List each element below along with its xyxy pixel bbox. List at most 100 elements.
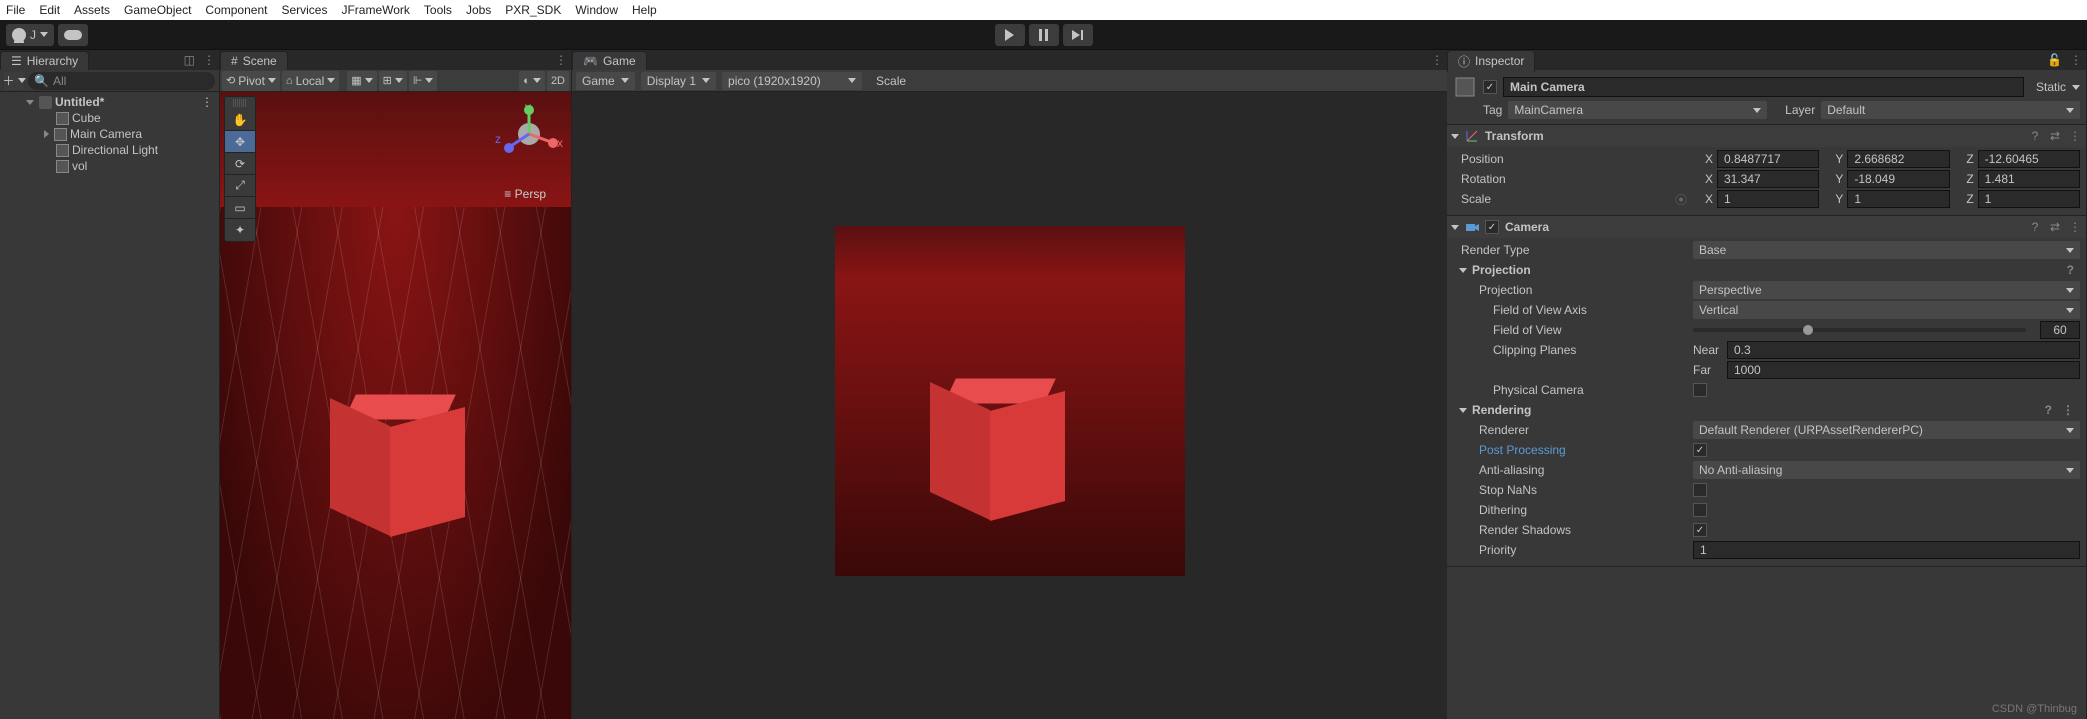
cloud-button[interactable]: [58, 24, 88, 46]
component-menu-icon[interactable]: ⋮: [2068, 129, 2082, 143]
menu-jframework[interactable]: JFrameWork: [341, 3, 409, 17]
tree-item-directional-light[interactable]: Directional Light: [0, 142, 219, 158]
step-button[interactable]: [1063, 24, 1093, 46]
inspector-tab[interactable]: ⓘ Inspector: [1447, 50, 1535, 72]
pause-button[interactable]: [1029, 24, 1059, 46]
position-x[interactable]: 0.8487717: [1717, 150, 1819, 168]
account-dropdown[interactable]: J: [6, 24, 54, 46]
tree-item-main-camera[interactable]: Main Camera: [0, 126, 219, 142]
panel-menu-icon[interactable]: ⋮: [555, 53, 567, 67]
scale-tool[interactable]: ⤢: [225, 175, 255, 197]
foldout-icon[interactable]: [1459, 408, 1467, 413]
menu-gameobject[interactable]: GameObject: [124, 3, 191, 17]
foldout-icon[interactable]: [1451, 225, 1459, 230]
object-name-field[interactable]: Main Camera: [1503, 77, 2024, 97]
pivot-dropdown[interactable]: ⟲Pivot: [222, 71, 280, 91]
game-target-dropdown[interactable]: Game: [576, 72, 635, 90]
rotate-tool[interactable]: ⟳: [225, 153, 255, 175]
menu-jobs[interactable]: Jobs: [466, 3, 491, 17]
aa-dropdown[interactable]: No Anti-aliasing: [1693, 461, 2080, 479]
dithering-checkbox[interactable]: [1693, 503, 1707, 517]
help-icon[interactable]: ?: [2045, 403, 2052, 417]
far-field[interactable]: 1000: [1727, 361, 2080, 379]
menu-tools[interactable]: Tools: [424, 3, 452, 17]
persp-toggle[interactable]: ≡ Persp: [504, 187, 546, 201]
stop-nans-checkbox[interactable]: [1693, 483, 1707, 497]
shading-dropdown[interactable]: ◐: [519, 71, 545, 91]
render-type-dropdown[interactable]: Base: [1693, 241, 2080, 259]
rotation-x[interactable]: 31.347: [1717, 170, 1819, 188]
render-shadows-checkbox[interactable]: [1693, 523, 1707, 537]
post-processing-checkbox[interactable]: [1693, 443, 1707, 457]
game-tab[interactable]: 🎮 Game: [572, 51, 647, 70]
position-y[interactable]: 2.668682: [1847, 150, 1949, 168]
game-view[interactable]: [572, 92, 1447, 719]
component-menu-icon[interactable]: ⋮: [2068, 220, 2082, 234]
lock-icon[interactable]: 🔓: [2047, 53, 2062, 67]
help-icon[interactable]: ?: [2028, 129, 2042, 143]
scale-z[interactable]: 1: [1978, 190, 2080, 208]
tag-dropdown[interactable]: MainCamera: [1508, 101, 1767, 119]
aspect-dropdown[interactable]: pico (1920x1920): [722, 72, 862, 90]
scene-tab[interactable]: # Scene: [220, 51, 288, 70]
component-menu-icon[interactable]: ⋮: [2062, 403, 2074, 417]
preset-icon[interactable]: ⇄: [2048, 129, 2062, 143]
menu-edit[interactable]: Edit: [39, 3, 60, 17]
fov-value[interactable]: 60: [2040, 321, 2080, 339]
position-z[interactable]: -12.60465: [1978, 150, 2080, 168]
menu-file[interactable]: File: [6, 3, 25, 17]
physical-camera-checkbox[interactable]: [1693, 383, 1707, 397]
panel-menu-icon[interactable]: ⋮: [203, 53, 215, 67]
increment-button[interactable]: ⊩: [409, 71, 438, 91]
move-tool[interactable]: ✥: [225, 131, 255, 153]
fov-axis-dropdown[interactable]: Vertical: [1693, 301, 2080, 319]
help-icon[interactable]: ?: [2028, 220, 2042, 234]
priority-field[interactable]: 1: [1693, 541, 2080, 559]
create-dropdown[interactable]: ＋: [4, 72, 24, 90]
menu-help[interactable]: Help: [632, 3, 657, 17]
scene-menu-icon[interactable]: ⋮: [201, 95, 213, 109]
panel-maximize-icon[interactable]: ◫: [184, 53, 195, 67]
scene-view[interactable]: ✋ ✥ ⟳ ⤢ ▭ ✦ y x z: [220, 92, 571, 719]
help-icon[interactable]: ?: [2067, 263, 2074, 277]
renderer-dropdown[interactable]: Default Renderer (URPAssetRendererPC): [1693, 421, 2080, 439]
projection-dropdown[interactable]: Perspective: [1693, 281, 2080, 299]
menu-pxr-sdk[interactable]: PXR_SDK: [505, 3, 561, 17]
foldout-icon[interactable]: [26, 100, 34, 105]
foldout-icon[interactable]: [1451, 134, 1459, 139]
constrain-icon[interactable]: ⦿: [1675, 191, 1687, 208]
play-button[interactable]: [995, 24, 1025, 46]
menu-services[interactable]: Services: [281, 3, 327, 17]
hand-tool[interactable]: ✋: [225, 109, 255, 131]
menu-assets[interactable]: Assets: [74, 3, 110, 17]
tree-item-cube[interactable]: Cube: [0, 110, 219, 126]
space-dropdown[interactable]: ⌂Local: [282, 71, 339, 91]
orientation-gizmo[interactable]: y x z: [499, 104, 559, 167]
active-checkbox[interactable]: [1483, 80, 1497, 94]
rect-tool[interactable]: ▭: [225, 197, 255, 219]
panel-menu-icon[interactable]: ⋮: [2070, 53, 2082, 67]
near-field[interactable]: 0.3: [1727, 341, 2080, 359]
transform-tool[interactable]: ✦: [225, 219, 255, 241]
display-dropdown[interactable]: Display 1: [641, 72, 716, 90]
scene-row[interactable]: Untitled* ⋮: [0, 94, 219, 110]
hierarchy-search[interactable]: 🔍 All: [28, 72, 215, 90]
rotation-z[interactable]: 1.481: [1978, 170, 2080, 188]
panel-menu-icon[interactable]: ⋮: [1431, 53, 1443, 67]
snap-button[interactable]: ⊞: [379, 71, 407, 91]
static-dropdown[interactable]: [2072, 85, 2080, 90]
foldout-icon[interactable]: [44, 130, 49, 138]
foldout-icon[interactable]: [1459, 268, 1467, 273]
grid-button[interactable]: ▦: [347, 71, 376, 91]
mode-2d[interactable]: 2D: [547, 71, 569, 91]
hierarchy-tab[interactable]: ☰ Hierarchy: [0, 51, 89, 70]
layer-dropdown[interactable]: Default: [1821, 101, 2080, 119]
scale-x[interactable]: 1: [1717, 190, 1819, 208]
scale-y[interactable]: 1: [1847, 190, 1949, 208]
rotation-y[interactable]: -18.049: [1847, 170, 1949, 188]
tree-item-vol[interactable]: vol: [0, 158, 219, 174]
menu-window[interactable]: Window: [575, 3, 618, 17]
fov-slider[interactable]: [1693, 321, 2026, 339]
preset-icon[interactable]: ⇄: [2048, 220, 2062, 234]
camera-enable-checkbox[interactable]: [1485, 220, 1499, 234]
